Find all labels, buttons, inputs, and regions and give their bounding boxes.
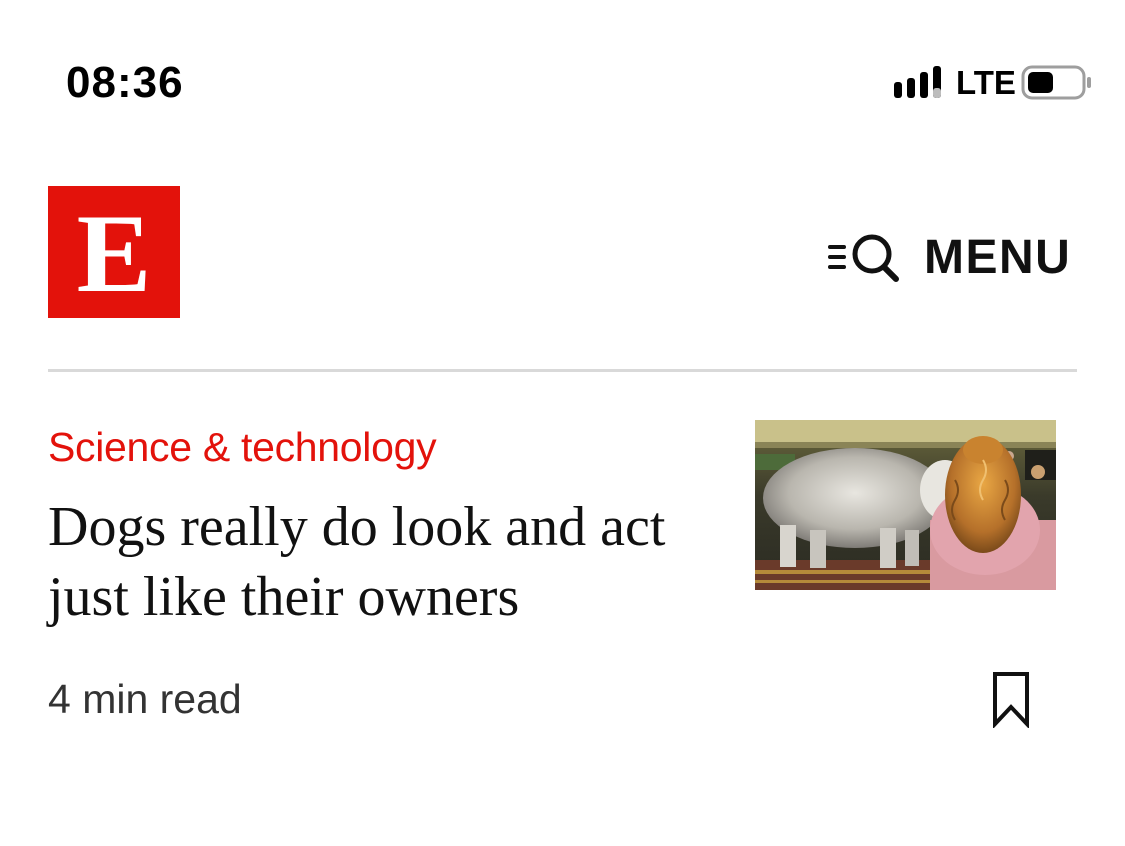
article-thumbnail[interactable] <box>755 420 1056 590</box>
status-bar: 08:36 LTE <box>0 0 1125 150</box>
read-time: 4 min read <box>48 676 242 722</box>
search-menu-button[interactable]: MENU <box>826 222 1071 292</box>
article-headline[interactable]: Dogs really do look and act just like th… <box>48 492 708 632</box>
search-menu-icon <box>828 234 899 282</box>
logo-letter: E <box>76 192 152 316</box>
signal-icon <box>894 66 941 98</box>
battery-icon <box>1021 65 1091 100</box>
economist-logo[interactable]: E <box>48 186 180 318</box>
bookmark-icon[interactable] <box>990 670 1032 728</box>
status-time: 08:36 <box>66 58 184 107</box>
menu-label: MENU <box>924 230 1072 284</box>
article-section[interactable]: Science & technology <box>48 424 437 471</box>
network-type: LTE <box>956 64 1016 101</box>
header-divider <box>48 369 1077 372</box>
